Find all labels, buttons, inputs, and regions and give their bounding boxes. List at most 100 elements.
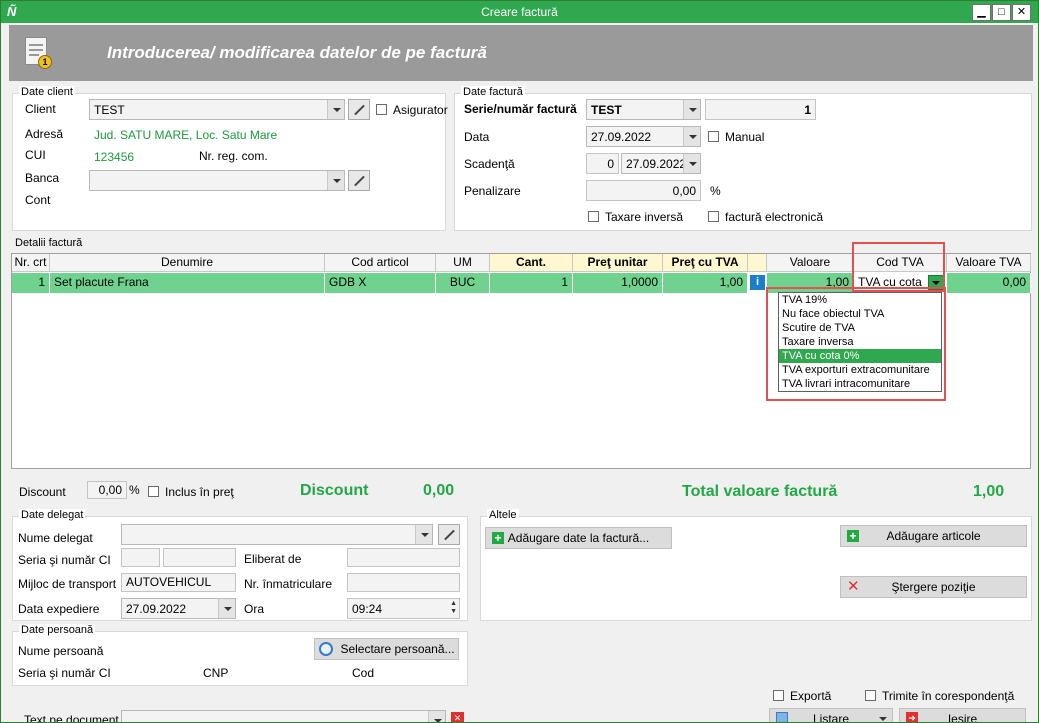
client-combo[interactable]: TEST [89, 99, 345, 120]
column-header-cant[interactable]: Cant. [490, 254, 573, 272]
chevron-down-icon [683, 154, 700, 173]
chevron-down-icon [428, 711, 445, 722]
highlight-cod-tva-header [852, 242, 945, 292]
transport-field[interactable]: AUTOVEHICUL [121, 573, 236, 592]
scadenta-picker[interactable]: 27.09.2022 [621, 153, 701, 174]
inclus-in-pret-checkbox[interactable] [148, 486, 159, 497]
edit-client-icon[interactable] [348, 99, 370, 120]
persoana-group-title: Date persoană [19, 624, 96, 636]
header-banner: 1 Introducerea/ modificarea datelor de p… [9, 25, 1033, 81]
row-cod-articol[interactable]: GDB X [325, 273, 436, 293]
eliberat-field[interactable] [347, 548, 460, 567]
serie-combo[interactable]: TEST [586, 99, 701, 120]
adaugare-date-button[interactable]: + Adăugare date la factură... [485, 527, 672, 549]
info-icon[interactable]: i [750, 275, 765, 290]
column-header-um[interactable]: UM [436, 254, 490, 272]
discount-field[interactable]: 0,00 [87, 481, 127, 499]
details-group-title: Detalii factură [15, 237, 83, 249]
column-header-pret-unitar[interactable]: Preţ unitar [573, 254, 663, 272]
row-cant[interactable]: 1 [490, 273, 573, 293]
numar-field[interactable]: 1 [705, 99, 816, 120]
search-person-icon [319, 642, 333, 656]
iesire-button[interactable]: ➜ Ieşire [899, 708, 1026, 722]
banca-label: Banca [25, 171, 60, 185]
ora-spinner[interactable]: 09:24 ▲ ▼ [347, 598, 460, 619]
manual-label: Manual [725, 130, 765, 144]
seria-ci-persoana-label: Seria şi număr CI [18, 666, 111, 680]
minimize-button[interactable]: ▁ [972, 4, 991, 21]
row-nr[interactable]: 1 [12, 273, 50, 293]
manual-checkbox[interactable] [708, 131, 719, 142]
scadenta-days-field[interactable]: 0 [586, 153, 619, 174]
chevron-down-icon [218, 599, 235, 618]
seria-ci-label: Seria şi număr CI [18, 553, 111, 567]
taxare-inversa-label: Taxare inversă [605, 210, 684, 224]
column-header-valoare-tva[interactable]: Valoare TVA [947, 254, 1031, 272]
factura-electronica-label: factură electronică [725, 210, 824, 224]
row-valoare-tva[interactable]: 0,00 [947, 273, 1031, 293]
edit-delegat-icon[interactable] [438, 524, 460, 545]
row-pret-unitar[interactable]: 1,0000 [573, 273, 663, 293]
expediere-picker[interactable]: 27.09.2022 [121, 598, 236, 619]
cui-value: 123456 [94, 150, 135, 164]
cnp-label: CNP [203, 666, 229, 680]
discount-summary-value: 0,00 [423, 482, 455, 499]
adaugare-articole-button[interactable]: + Adăugare articole [840, 525, 1027, 547]
cont-label: Cont [25, 193, 51, 207]
chevron-down-icon [683, 100, 700, 119]
text-document-combo[interactable] [121, 710, 446, 722]
eliberat-label: Eliberat de [244, 552, 302, 566]
edit-banca-icon[interactable] [348, 170, 370, 191]
exporta-label: Exportă [790, 689, 832, 703]
data-picker[interactable]: 27.09.2022 [586, 126, 701, 147]
nume-delegat-combo[interactable] [121, 524, 433, 545]
clear-text-icon[interactable]: ✕ [451, 712, 464, 722]
numar-ci-field[interactable] [163, 548, 236, 567]
exit-icon: ➜ [906, 712, 918, 722]
chevron-down-icon [327, 100, 344, 119]
close-button[interactable]: ✕ [1012, 4, 1031, 21]
serie-label: Serie/număr factură [464, 102, 577, 116]
discount-summary-label: Discount [300, 482, 369, 499]
banca-combo[interactable] [89, 170, 345, 191]
stergere-pozitie-button[interactable]: ✕ Ştergere poziţie [840, 576, 1027, 598]
penalizare-unit: % [710, 184, 721, 198]
delete-icon: ✕ [847, 578, 860, 595]
banner-heading: Introducerea/ modificarea datelor de pe … [107, 43, 487, 62]
altele-group-title: Altele [487, 509, 519, 521]
client-label: Client [25, 102, 56, 116]
listare-button[interactable]: Listare [769, 708, 893, 722]
row-denumire[interactable]: Set placute Frana [50, 273, 325, 293]
column-header-pret-cu-tva[interactable]: Preţ cu TVA [663, 254, 748, 272]
trimite-label: Trimite în corespondenţă [882, 689, 1015, 703]
plus-icon: + [492, 532, 504, 544]
inmatriculare-field[interactable] [347, 573, 460, 592]
adresa-label: Adresă [25, 127, 64, 141]
discount-unit: % [129, 483, 140, 497]
trimite-checkbox[interactable] [865, 690, 876, 701]
factura-electronica-checkbox[interactable] [708, 211, 719, 222]
column-header-valoare[interactable]: Valoare [767, 254, 854, 272]
seria-ci-field[interactable] [121, 548, 160, 567]
spinner-arrows-icon[interactable]: ▲ ▼ [450, 600, 457, 616]
asigurator-checkbox[interactable] [376, 104, 387, 115]
selectare-persoana-button[interactable]: Selectare persoană... [314, 638, 459, 660]
penalizare-label: Penalizare [464, 184, 521, 198]
client-group-title: Date client [19, 86, 75, 98]
row-pret-cu-tva[interactable]: 1,00 [663, 273, 748, 293]
invoice-document-icon: 1 [25, 37, 52, 69]
asigurator-label: Asigurator [393, 103, 448, 117]
column-header-nr[interactable]: Nr. crt [12, 254, 50, 272]
column-header-cod-articol[interactable]: Cod articol [325, 254, 436, 272]
taxare-inversa-checkbox[interactable] [588, 211, 599, 222]
penalizare-field[interactable]: 0,00 [586, 180, 701, 201]
exporta-checkbox[interactable] [773, 690, 784, 701]
column-header-denumire[interactable]: Denumire [50, 254, 325, 272]
discount-label: Discount [19, 485, 66, 499]
delegat-group-title: Date delegat [19, 509, 86, 521]
maximize-button[interactable]: □ [992, 4, 1011, 21]
data-label: Data [464, 130, 490, 144]
scadenta-label: Scadenţă [464, 157, 515, 171]
printer-icon [776, 712, 788, 722]
row-um[interactable]: BUC [436, 273, 490, 293]
